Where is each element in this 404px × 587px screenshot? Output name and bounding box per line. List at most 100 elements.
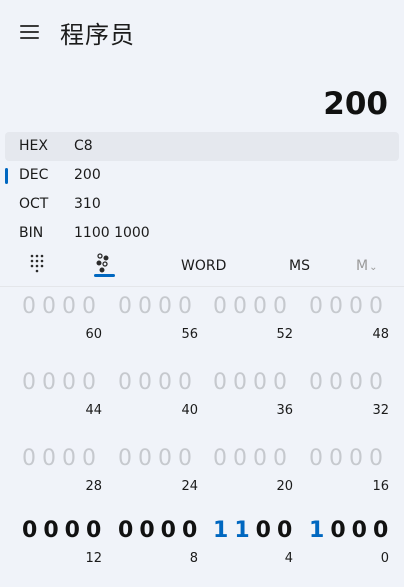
bit-values[interactable]: 0000 xyxy=(22,370,102,395)
bit-zero[interactable]: 0 xyxy=(42,446,62,471)
bit-group[interactable]: 0000 8 xyxy=(118,514,198,574)
bit-group[interactable]: 0000 32 xyxy=(309,366,389,426)
bit-zero[interactable]: 0 xyxy=(349,370,369,395)
bit-zero[interactable]: 0 xyxy=(22,294,42,319)
bit-zero[interactable]: 0 xyxy=(42,294,62,319)
bit-zero[interactable]: 0 xyxy=(158,294,178,319)
bit-one[interactable]: 1 xyxy=(213,518,234,543)
bit-zero[interactable]: 0 xyxy=(82,370,102,395)
bit-zero[interactable]: 0 xyxy=(138,446,158,471)
radix-row-hex[interactable]: HEX C8 xyxy=(5,132,399,161)
bit-zero[interactable]: 0 xyxy=(253,446,273,471)
bit-zero[interactable]: 0 xyxy=(329,294,349,319)
keypad-icon[interactable] xyxy=(28,248,48,284)
bit-group[interactable]: 0000 16 xyxy=(309,442,389,502)
bit-zero[interactable]: 0 xyxy=(233,294,253,319)
bit-zero[interactable]: 0 xyxy=(329,446,349,471)
bit-zero[interactable]: 0 xyxy=(43,518,64,543)
bit-zero[interactable]: 0 xyxy=(178,294,198,319)
bit-values[interactable]: 0000 xyxy=(118,518,203,543)
bit-one[interactable]: 1 xyxy=(309,518,330,543)
bit-zero[interactable]: 0 xyxy=(233,446,253,471)
bit-zero[interactable]: 0 xyxy=(138,294,158,319)
bit-values[interactable]: 0000 xyxy=(213,370,293,395)
bit-zero[interactable]: 0 xyxy=(369,446,389,471)
bit-group[interactable]: 0000 52 xyxy=(213,290,293,350)
bit-zero[interactable]: 0 xyxy=(213,370,233,395)
bit-group[interactable]: 0000 60 xyxy=(22,290,102,350)
bit-one[interactable]: 1 xyxy=(234,518,255,543)
bit-values[interactable]: 0000 xyxy=(309,370,389,395)
bit-zero[interactable]: 0 xyxy=(62,294,82,319)
bit-zero[interactable]: 0 xyxy=(62,370,82,395)
bit-zero[interactable]: 0 xyxy=(256,518,277,543)
bit-zero[interactable]: 0 xyxy=(182,518,203,543)
memory-dropdown-button[interactable]: M⌄ xyxy=(356,248,377,284)
bit-group[interactable]: 1000 0 xyxy=(309,514,389,574)
bit-group[interactable]: 1100 4 xyxy=(213,514,293,574)
bit-zero[interactable]: 0 xyxy=(118,518,139,543)
radix-row-dec[interactable]: DEC 200 xyxy=(5,161,399,190)
bit-zero[interactable]: 0 xyxy=(82,446,102,471)
bit-zero[interactable]: 0 xyxy=(86,518,107,543)
bit-zero[interactable]: 0 xyxy=(330,518,351,543)
hamburger-menu-icon[interactable] xyxy=(20,24,40,40)
bit-zero[interactable]: 0 xyxy=(213,294,233,319)
bit-values[interactable]: 0000 xyxy=(118,294,198,319)
bit-group[interactable]: 0000 36 xyxy=(213,366,293,426)
bit-zero[interactable]: 0 xyxy=(158,446,178,471)
bit-zero[interactable]: 0 xyxy=(139,518,160,543)
bit-zero[interactable]: 0 xyxy=(273,446,293,471)
bit-flip-icon[interactable] xyxy=(92,248,116,284)
bit-zero[interactable]: 0 xyxy=(352,518,373,543)
memory-store-button[interactable]: MS xyxy=(289,248,310,284)
bit-zero[interactable]: 0 xyxy=(118,446,138,471)
bit-zero[interactable]: 0 xyxy=(82,294,102,319)
bit-zero[interactable]: 0 xyxy=(369,370,389,395)
bit-zero[interactable]: 0 xyxy=(329,370,349,395)
bit-zero[interactable]: 0 xyxy=(273,294,293,319)
bit-zero[interactable]: 0 xyxy=(369,294,389,319)
bit-values[interactable]: 0000 xyxy=(22,294,102,319)
bit-values[interactable]: 0000 xyxy=(309,446,389,471)
bit-zero[interactable]: 0 xyxy=(138,370,158,395)
bit-zero[interactable]: 0 xyxy=(22,370,42,395)
bit-zero[interactable]: 0 xyxy=(178,446,198,471)
bit-values[interactable]: 0000 xyxy=(22,518,107,543)
bit-zero[interactable]: 0 xyxy=(233,370,253,395)
bit-values[interactable]: 0000 xyxy=(213,446,293,471)
bit-group[interactable]: 0000 48 xyxy=(309,290,389,350)
bit-zero[interactable]: 0 xyxy=(213,446,233,471)
bit-zero[interactable]: 0 xyxy=(309,370,329,395)
bit-zero[interactable]: 0 xyxy=(253,294,273,319)
word-size-button[interactable]: WORD xyxy=(181,248,226,284)
bit-group[interactable]: 0000 56 xyxy=(118,290,198,350)
bit-values[interactable]: 0000 xyxy=(309,294,389,319)
bit-zero[interactable]: 0 xyxy=(161,518,182,543)
radix-row-bin[interactable]: BIN 1100 1000 xyxy=(5,219,399,248)
bit-zero[interactable]: 0 xyxy=(65,518,86,543)
bit-group[interactable]: 0000 28 xyxy=(22,442,102,502)
bit-group[interactable]: 0000 40 xyxy=(118,366,198,426)
bit-values[interactable]: 1100 xyxy=(213,518,298,543)
bit-zero[interactable]: 0 xyxy=(62,446,82,471)
bit-values[interactable]: 0000 xyxy=(22,446,102,471)
bit-group[interactable]: 0000 20 xyxy=(213,442,293,502)
bit-group[interactable]: 0000 12 xyxy=(22,514,102,574)
bit-zero[interactable]: 0 xyxy=(277,518,298,543)
bit-zero[interactable]: 0 xyxy=(349,294,369,319)
bit-zero[interactable]: 0 xyxy=(373,518,394,543)
bit-zero[interactable]: 0 xyxy=(118,370,138,395)
bit-zero[interactable]: 0 xyxy=(22,518,43,543)
bit-zero[interactable]: 0 xyxy=(309,294,329,319)
bit-zero[interactable]: 0 xyxy=(309,446,329,471)
bit-zero[interactable]: 0 xyxy=(178,370,198,395)
bit-values[interactable]: 1000 xyxy=(309,518,394,543)
bit-zero[interactable]: 0 xyxy=(42,370,62,395)
bit-zero[interactable]: 0 xyxy=(253,370,273,395)
bit-group[interactable]: 0000 24 xyxy=(118,442,198,502)
bit-values[interactable]: 0000 xyxy=(118,446,198,471)
radix-row-oct[interactable]: OCT 310 xyxy=(5,190,399,219)
bit-zero[interactable]: 0 xyxy=(22,446,42,471)
bit-group[interactable]: 0000 44 xyxy=(22,366,102,426)
